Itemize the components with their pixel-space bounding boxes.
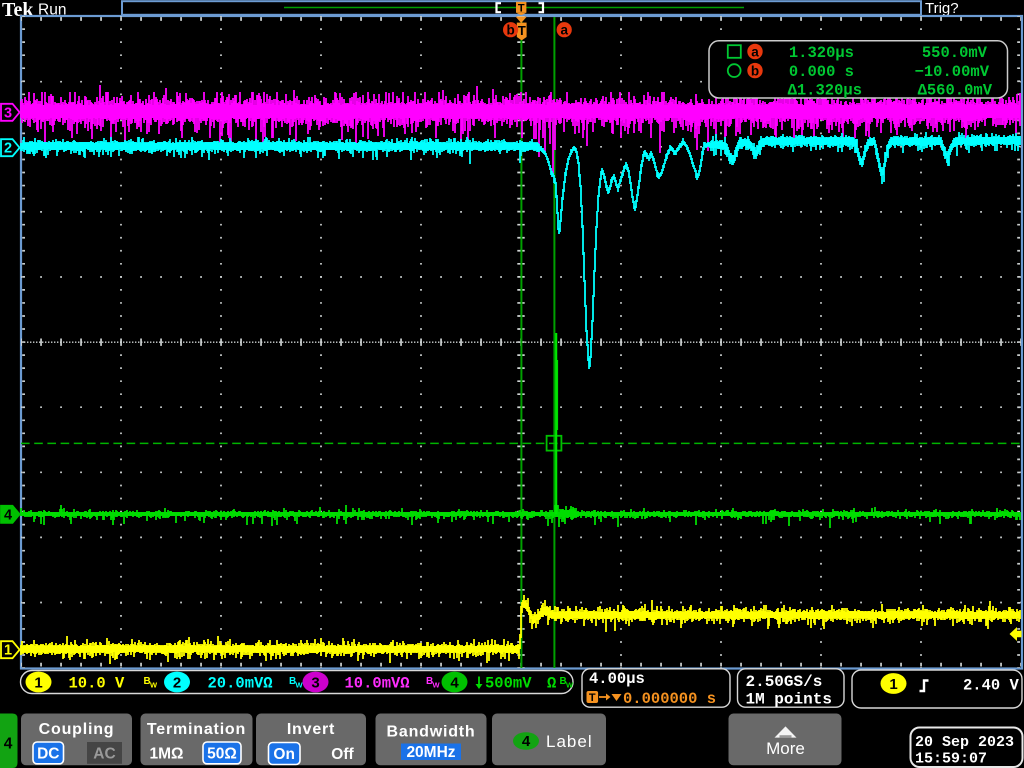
svg-text:20.0mVΩ: 20.0mVΩ — [208, 674, 273, 692]
svg-text:3: 3 — [311, 674, 319, 691]
svg-text:15:59:07: 15:59:07 — [915, 751, 987, 768]
svg-text:10.0mVΩ: 10.0mVΩ — [345, 674, 410, 692]
svg-text:1: 1 — [4, 643, 12, 659]
svg-text:W: W — [433, 681, 441, 690]
svg-text:T: T — [518, 2, 525, 14]
svg-text:Δ560.0mV: Δ560.0mV — [918, 82, 993, 100]
svg-text:2: 2 — [4, 141, 12, 157]
svg-text:DC: DC — [37, 745, 59, 762]
svg-text:20MHz: 20MHz — [406, 744, 455, 761]
svg-text:3: 3 — [4, 105, 12, 121]
svg-text:4: 4 — [522, 733, 531, 750]
svg-text:b: b — [751, 64, 759, 79]
svg-text:1: 1 — [889, 676, 897, 693]
svg-text:a: a — [751, 44, 759, 59]
svg-text:On: On — [273, 746, 295, 763]
svg-text:4: 4 — [450, 674, 459, 691]
svg-text:1MΩ: 1MΩ — [150, 745, 184, 762]
svg-text:10.0 V: 10.0 V — [69, 674, 126, 692]
svg-text:−10.00mV: −10.00mV — [915, 63, 990, 81]
svg-text:0.000000 s: 0.000000 s — [623, 690, 716, 708]
svg-text:Coupling: Coupling — [39, 721, 115, 738]
svg-text:Ω: Ω — [547, 674, 556, 692]
svg-text:T: T — [518, 23, 526, 38]
svg-text:More: More — [766, 739, 805, 758]
svg-text:W: W — [296, 681, 304, 690]
svg-text:4: 4 — [4, 507, 12, 523]
svg-text:W: W — [150, 681, 158, 690]
svg-text:2.50GS/s: 2.50GS/s — [746, 673, 823, 691]
svg-text:Label: Label — [546, 732, 593, 751]
svg-text:Termination: Termination — [147, 721, 246, 738]
svg-text:50Ω: 50Ω — [207, 745, 237, 762]
svg-text:W: W — [566, 681, 574, 690]
svg-text:T: T — [589, 692, 596, 704]
svg-text:AC: AC — [93, 745, 115, 762]
svg-text:0.000 s: 0.000 s — [789, 63, 854, 81]
svg-text:2: 2 — [173, 674, 181, 691]
svg-text:a: a — [560, 23, 568, 38]
svg-text:4: 4 — [4, 736, 13, 753]
svg-text:Tek: Tek — [2, 0, 34, 21]
svg-text:4.00µs: 4.00µs — [589, 670, 645, 688]
svg-text:1.320µs: 1.320µs — [789, 44, 854, 62]
svg-text:550.0mV: 550.0mV — [922, 44, 988, 62]
svg-text:Off: Off — [331, 746, 354, 763]
svg-text:500mV: 500mV — [485, 674, 532, 692]
svg-text:1M points: 1M points — [746, 691, 832, 709]
svg-text:20 Sep 2023: 20 Sep 2023 — [915, 734, 1014, 751]
svg-text:b: b — [506, 23, 514, 38]
svg-text:1: 1 — [34, 674, 42, 691]
svg-text:Trig?: Trig? — [925, 0, 959, 17]
svg-text:2.40 V: 2.40 V — [963, 676, 1020, 694]
svg-text:Δ1.320µs: Δ1.320µs — [788, 82, 862, 100]
svg-text:Bandwidth: Bandwidth — [387, 724, 476, 741]
svg-text:Invert: Invert — [287, 721, 335, 738]
